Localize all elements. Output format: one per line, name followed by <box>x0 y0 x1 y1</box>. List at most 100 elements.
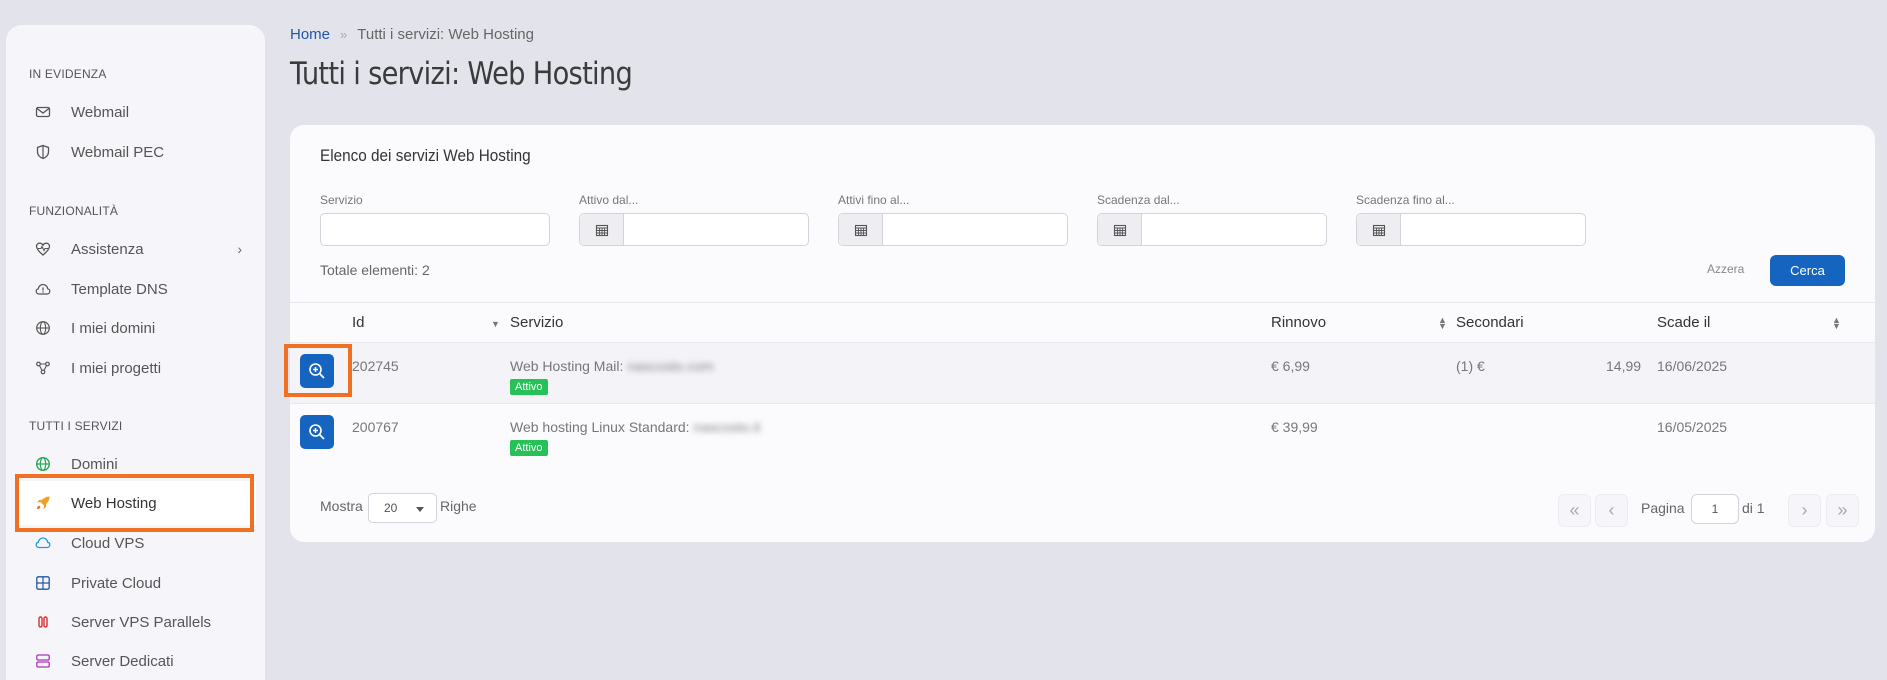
sidebar-item-server-vps-parallels[interactable]: Server VPS Parallels <box>18 604 256 640</box>
page-total-label: di 1 <box>1742 500 1765 516</box>
sidebar-item-cloud-vps[interactable]: Cloud VPS <box>18 525 256 561</box>
section-title-tutti-i-servizi: TUTTI I SERVIZI <box>29 419 123 433</box>
sidebar-item-web-hosting[interactable]: Web Hosting <box>18 481 256 525</box>
attivi-fino-al-input[interactable] <box>838 213 1068 246</box>
parallels-icon <box>35 614 51 630</box>
cloud-icon <box>35 535 51 551</box>
sort-icon[interactable]: ▲ ▼ <box>1832 316 1841 331</box>
zoom-in-icon <box>309 424 325 440</box>
sidebar-item-i-miei-progetti[interactable]: I miei progetti <box>18 350 256 386</box>
breadcrumb-home-link[interactable]: Home <box>290 26 330 43</box>
server-icon <box>35 653 51 669</box>
sidebar-item-webmail-pec[interactable]: Webmail PEC <box>18 134 256 170</box>
service-domain: nascosto.it <box>693 419 761 435</box>
page-number-input[interactable]: 1 <box>1691 494 1739 524</box>
cell-id: 200767 <box>352 419 399 435</box>
cell-servizio: Web hosting Linux Standard: nascosto.it … <box>510 419 760 456</box>
sort-desc-icon[interactable]: ▼ <box>491 320 500 329</box>
filter-label: Attivi fino al... <box>838 193 910 207</box>
sidebar-item-label: Template DNS <box>71 280 168 298</box>
view-details-button[interactable] <box>300 415 334 449</box>
globe-green-icon <box>35 456 51 472</box>
status-badge: Attivo <box>510 440 548 456</box>
view-details-button[interactable] <box>300 354 334 388</box>
filter-label: Scadenza dal... <box>1097 193 1180 207</box>
cell-rinnovo: € 39,99 <box>1271 419 1318 435</box>
cell-rinnovo: € 6,99 <box>1271 358 1310 374</box>
table-row: 200767 Web hosting Linux Standard: nasco… <box>290 404 1875 465</box>
filter-label: Attivo dal... <box>579 193 639 207</box>
show-label: Mostra <box>320 498 363 514</box>
calendar-icon[interactable] <box>580 214 624 245</box>
filter-attivi-fino-al: Attivi fino al... <box>838 193 1068 246</box>
cell-secondari-count: (1) € <box>1456 358 1485 374</box>
sidebar-item-webmail[interactable]: Webmail <box>18 94 256 130</box>
first-page-button[interactable]: « <box>1558 494 1591 527</box>
sidebar-item-label: Server VPS Parallels <box>71 613 212 631</box>
sidebar: IN EVIDENZA Webmail Webmail PEC FUNZIONA… <box>6 25 265 680</box>
next-page-button[interactable]: › <box>1788 494 1821 527</box>
service-domain: nascosto.com <box>627 358 714 374</box>
sidebar-item-private-cloud[interactable]: Private Cloud <box>18 565 256 601</box>
rows-per-page-select[interactable]: 20 <box>368 493 437 523</box>
calendar-icon[interactable] <box>839 214 883 245</box>
breadcrumb-separator: » <box>340 27 348 42</box>
envelope-icon <box>35 104 51 120</box>
sidebar-item-i-miei-domini[interactable]: I miei domini <box>18 310 256 346</box>
calendar-icon[interactable] <box>1357 214 1401 245</box>
cell-secondari-value: 14,99 <box>1606 358 1642 374</box>
grid-icon <box>35 575 51 591</box>
column-header-scade-il[interactable]: Scade il <box>1657 314 1710 331</box>
filter-scadenza-fino-al: Scadenza fino al... <box>1356 193 1586 246</box>
filter-label: Scadenza fino al... <box>1356 193 1455 207</box>
filter-scadenza-dal: Scadenza dal... <box>1097 193 1327 246</box>
table-row: 202745 Web Hosting Mail: nascosto.com At… <box>290 343 1875 404</box>
scadenza-fino-al-input[interactable] <box>1356 213 1586 246</box>
sidebar-item-domini[interactable]: Domini <box>18 446 256 482</box>
sidebar-item-label: Web Hosting <box>71 494 157 512</box>
sidebar-item-template-dns[interactable]: Template DNS <box>18 271 256 307</box>
column-header-servizio[interactable]: Servizio <box>510 314 563 331</box>
warning-cloud-icon <box>35 281 51 297</box>
last-page-button[interactable]: » <box>1826 494 1859 527</box>
sidebar-item-label: Server Dedicati <box>71 652 174 670</box>
service-name: Web Hosting Mail: <box>510 358 624 374</box>
section-title-funzionalita: FUNZIONALITÀ <box>29 204 119 218</box>
sidebar-item-label: Cloud VPS <box>71 534 145 552</box>
status-badge: Attivo <box>510 379 548 395</box>
prev-page-button[interactable]: ‹ <box>1595 494 1628 527</box>
scadenza-dal-input[interactable] <box>1097 213 1327 246</box>
globe-icon <box>35 320 51 336</box>
sidebar-item-label: I miei domini <box>71 319 156 337</box>
sidebar-item-server-dedicati[interactable]: Server Dedicati <box>18 643 256 679</box>
reset-button[interactable]: Azzera <box>1707 262 1744 276</box>
rows-per-page-value: 20 <box>384 501 398 515</box>
sidebar-item-label: Private Cloud <box>71 574 162 592</box>
caret-down-icon <box>416 507 424 512</box>
sidebar-item-label: Webmail <box>71 103 130 121</box>
services-card: Elenco dei servizi Web Hosting Servizio … <box>290 125 1875 542</box>
section-title-in-evidenza: IN EVIDENZA <box>29 67 107 81</box>
column-header-id[interactable]: Id <box>352 314 365 331</box>
cell-scade-il: 16/06/2025 <box>1657 358 1728 374</box>
heart-pulse-icon <box>35 241 51 257</box>
column-header-rinnovo[interactable]: Rinnovo <box>1271 314 1326 331</box>
servizio-input[interactable] <box>320 213 550 246</box>
breadcrumb: Home » Tutti i servizi: Web Hosting <box>290 26 534 43</box>
filter-label: Servizio <box>320 193 363 207</box>
search-button[interactable]: Cerca <box>1770 255 1845 286</box>
rows-label: Righe <box>440 498 477 514</box>
calendar-icon[interactable] <box>1098 214 1142 245</box>
share-nodes-icon <box>35 360 51 376</box>
cell-scade-il: 16/05/2025 <box>1657 419 1728 435</box>
attivo-dal-input[interactable] <box>579 213 809 246</box>
total-count: Totale elementi: 2 <box>320 262 430 278</box>
page-label: Pagina <box>1641 500 1685 516</box>
sidebar-item-assistenza[interactable]: Assistenza › <box>18 231 256 267</box>
card-title: Elenco dei servizi Web Hosting <box>320 146 531 165</box>
filter-attivo-dal: Attivo dal... <box>579 193 809 246</box>
cell-id: 202745 <box>352 358 399 374</box>
rocket-icon <box>35 495 51 511</box>
sort-icon[interactable]: ▲ ▼ <box>1438 316 1447 331</box>
column-header-secondari[interactable]: Secondari <box>1456 314 1524 331</box>
